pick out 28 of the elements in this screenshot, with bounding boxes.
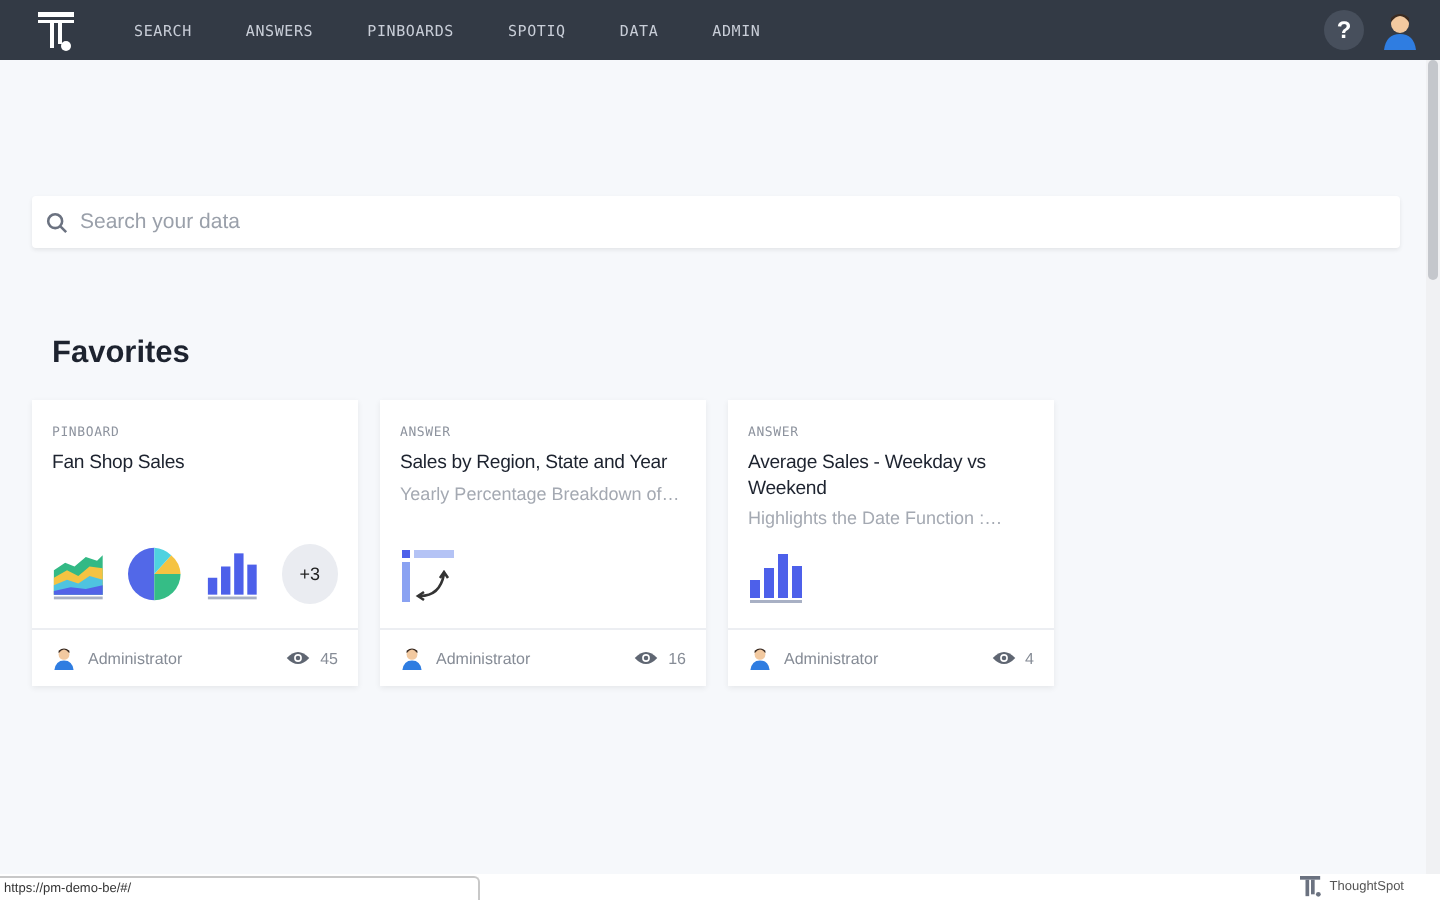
user-avatar-icon[interactable] <box>1380 10 1420 50</box>
user-avatar-icon <box>748 646 772 670</box>
more-count[interactable]: +3 <box>281 544 338 604</box>
scrollbar[interactable] <box>1426 60 1440 874</box>
search-field[interactable]: Search your data <box>32 196 1400 248</box>
view-count: 45 <box>320 649 338 667</box>
pivot-table-icon <box>400 548 456 604</box>
help-button[interactable]: ? <box>1324 10 1364 50</box>
logo-icon <box>1299 876 1322 898</box>
card-title: Sales by Region, State and Year <box>400 452 669 477</box>
pie-chart-icon <box>128 546 182 602</box>
eye-icon <box>286 650 311 666</box>
eye-icon <box>991 650 1016 666</box>
user-avatar-icon <box>400 646 424 670</box>
card-title: Fan Shop Sales <box>52 452 187 477</box>
user-avatar-icon <box>52 646 76 670</box>
logo-icon[interactable] <box>36 10 80 54</box>
eye-icon <box>634 650 659 666</box>
card-subtitle: Highlights the Date Function :… <box>748 508 1005 528</box>
card-subtitle: Yearly Percentage Breakdown of… <box>400 483 682 503</box>
card-title: Average Sales - Weekday vs Weekend <box>748 452 988 502</box>
view-count: 16 <box>668 649 686 667</box>
view-count: 4 <box>1025 649 1034 667</box>
section-heading: Favorites <box>52 336 192 372</box>
author-name: Administrator <box>436 649 533 667</box>
author-name: Administrator <box>784 649 881 667</box>
author-name: Administrator <box>88 649 185 667</box>
bar-chart-icon <box>748 548 804 604</box>
